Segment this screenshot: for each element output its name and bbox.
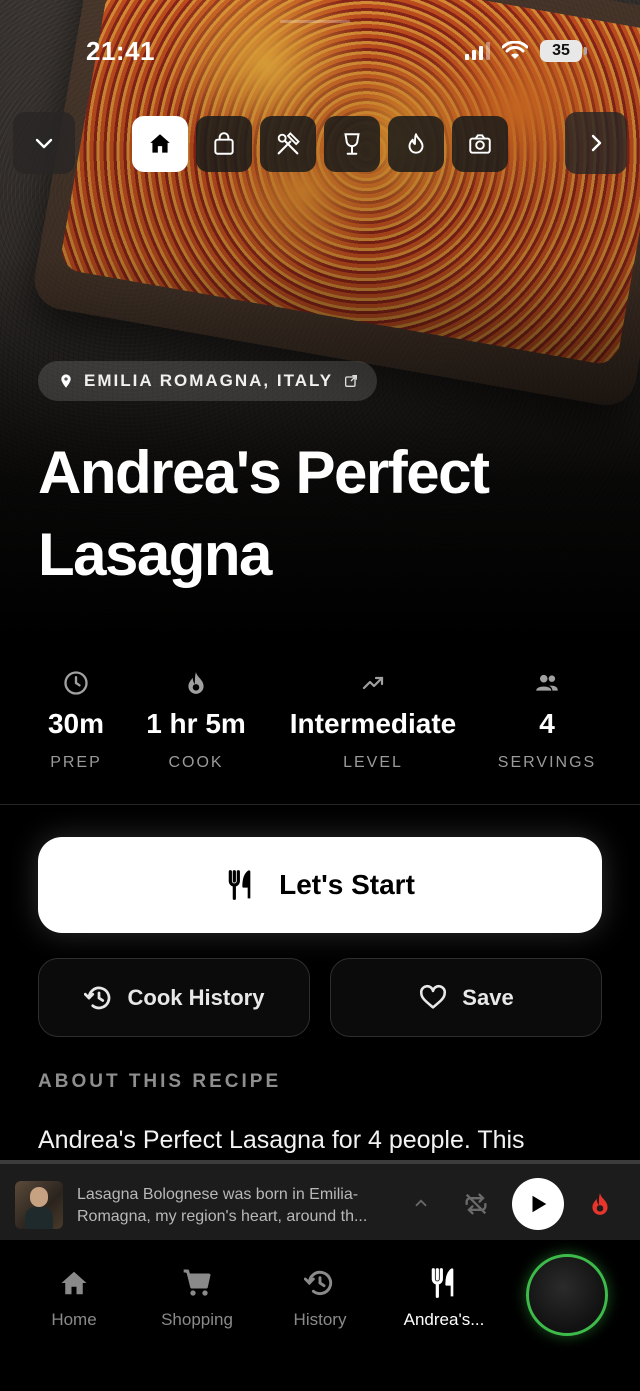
cook-history-button[interactable]: Cook History (38, 958, 310, 1037)
tab-home[interactable] (132, 116, 188, 172)
stat-value: 1 hr 5m (146, 708, 246, 739)
top-handle (280, 20, 350, 23)
history-icon (83, 986, 110, 1009)
stat-value: Intermediate (289, 708, 457, 739)
stat-cook: 1 hr 5m COOK (136, 668, 256, 772)
nav-item-recipe[interactable]: Andrea's... (384, 1266, 504, 1330)
external-link-icon (345, 375, 358, 387)
repeat-off-icon[interactable] (462, 1190, 490, 1218)
chevron-up-icon[interactable] (412, 1194, 430, 1212)
trending-up-icon (362, 676, 384, 690)
next-button[interactable] (565, 112, 627, 174)
tab-tools[interactable] (260, 116, 316, 172)
stat-prep: 30m PREP (26, 668, 126, 772)
home-icon (61, 1271, 87, 1295)
bottom-navigation: Home Shopping History Andrea's... (0, 1240, 640, 1391)
caption-line-2: Romagna, my region's heart, around th... (77, 1208, 368, 1225)
utensils-icon (228, 870, 251, 900)
battery-indicator: 35 (540, 40, 587, 62)
flame-icon (188, 672, 204, 694)
tab-shopping[interactable] (196, 116, 252, 172)
stat-label: LEVEL (343, 754, 403, 771)
assistant-orb-button[interactable] (526, 1254, 608, 1336)
nav-item-home[interactable]: Home (14, 1266, 134, 1330)
about-heading: ABOUT THIS RECIPE (38, 1071, 282, 1092)
wine-glass-icon (344, 133, 360, 155)
stat-label: COOK (168, 754, 224, 771)
save-button[interactable]: Save (330, 958, 602, 1037)
tab-heat[interactable] (388, 116, 444, 172)
about-text: Andrea's Perfect Lasagna for 4 people. T… (38, 1126, 525, 1154)
player-caption: Lasagna Bolognese was born in Emilia- Ro… (77, 1184, 397, 1228)
chevron-right-icon (591, 134, 602, 152)
recipe-title: Andrea's Perfect Lasagna (38, 439, 490, 588)
stat-servings: 4 SERVINGS (492, 668, 602, 772)
play-button[interactable] (512, 1178, 564, 1230)
status-bar: 21:41 35 (0, 30, 640, 74)
camera-icon (469, 134, 491, 154)
location-pin-icon (61, 374, 71, 388)
clock-icon (64, 671, 88, 695)
people-icon (536, 674, 558, 691)
tab-photos[interactable] (452, 116, 508, 172)
stat-level: Intermediate LEVEL (278, 668, 468, 772)
shopping-bag-icon (214, 132, 234, 155)
lets-start-label: Let's Start (279, 869, 415, 900)
stat-label: PREP (50, 754, 102, 771)
flame-icon (408, 133, 424, 154)
stat-value: 4 (539, 708, 555, 739)
save-label: Save (462, 984, 514, 1010)
recipe-stats: 30m PREP 1 hr 5m COOK Intermediate LEVEL… (0, 668, 640, 778)
stat-label: SERVINGS (497, 754, 597, 771)
nav-label: Home (51, 1310, 97, 1329)
nav-label: History (293, 1310, 347, 1329)
play-icon (532, 1195, 547, 1213)
home-icon (150, 134, 170, 153)
tools-icon (277, 132, 300, 155)
history-icon (304, 1270, 333, 1296)
cook-history-label: Cook History (127, 984, 265, 1010)
nav-item-shopping[interactable]: Shopping (137, 1266, 257, 1330)
cellular-signal-icon (465, 42, 490, 60)
cart-icon (183, 1269, 211, 1296)
status-time: 21:41 (86, 36, 155, 66)
utensils-icon (431, 1268, 454, 1298)
collapse-button[interactable] (13, 112, 75, 174)
tab-drinks[interactable] (324, 116, 380, 172)
lets-start-button[interactable]: Let's Start (38, 837, 602, 933)
chevron-down-icon (35, 138, 53, 149)
nav-item-history[interactable]: History (260, 1266, 380, 1330)
nav-label: Andrea's... (403, 1310, 485, 1329)
status-icons: 35 (465, 40, 587, 62)
flame-icon[interactable] (587, 1190, 613, 1218)
location-label: EMILIA ROMAGNA, ITALY (84, 371, 334, 390)
location-chip[interactable]: EMILIA ROMAGNA, ITALY (38, 361, 378, 401)
divider (0, 804, 640, 805)
nav-label: Shopping (161, 1310, 233, 1329)
stat-value: 30m (47, 708, 105, 739)
wifi-icon (502, 41, 528, 59)
narrator-avatar (15, 1181, 63, 1229)
heart-icon (420, 984, 447, 1009)
audio-mini-player[interactable]: Lasagna Bolognese was born in Emilia- Ro… (0, 1160, 640, 1240)
caption-line-1: Lasagna Bolognese was born in Emilia- (77, 1186, 359, 1203)
recipe-toolbar (0, 112, 640, 174)
